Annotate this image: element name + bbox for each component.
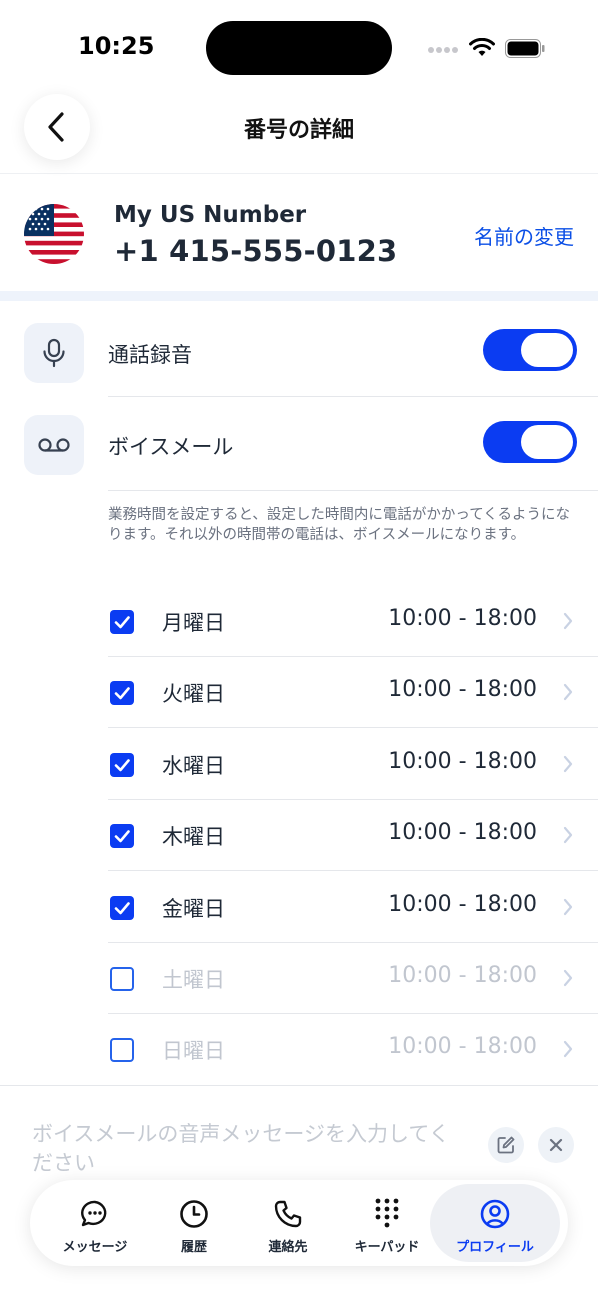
toggle-knob [521,333,573,367]
chevron-right-icon [563,969,573,987]
day-checkbox[interactable] [110,824,134,849]
day-hours: 10:00 - 18:00 [388,963,537,988]
day-hours: 10:00 - 18:00 [388,606,537,631]
row-divider [108,490,598,491]
page-title: 番号の詳細 [243,118,354,143]
microphone-icon [24,323,84,383]
voicemail-icon [24,415,84,475]
schedule-row[interactable]: 木曜日 10:00 - 18:00 [108,800,598,872]
day-name: 火曜日 [162,682,225,707]
day-checkbox[interactable] [110,610,134,634]
day-name: 土曜日 [162,968,225,992]
schedule-row[interactable]: 日曜日 10:00 - 18:00 [108,1014,598,1085]
day-checkbox[interactable] [110,681,134,706]
schedule-row[interactable]: 土曜日 10:00 - 18:00 [108,943,598,1014]
schedule-row[interactable]: 火曜日 10:00 - 18:00 [108,657,598,729]
section-divider [0,1085,598,1086]
day-name: 月曜日 [162,611,225,635]
tab-messages[interactable]: メッセージ [44,1184,146,1262]
number-name: My US Number [114,202,307,228]
chevron-right-icon [563,1041,573,1058]
tab-label: キーパッド [354,1240,420,1255]
profile-icon [479,1198,511,1230]
tab-label: 履歴 [180,1240,207,1255]
schedule-row[interactable]: 金曜日 10:00 - 18:00 [108,872,598,943]
edit-icon [497,1136,515,1154]
day-hours: 10:00 - 18:00 [388,677,537,703]
rename-button[interactable]: 名前の変更 [474,221,574,250]
tab-contacts[interactable]: 連絡先 [237,1184,339,1262]
phone-number: +1 415-555-0123 [114,234,398,268]
tab-bar: メッセージ 履歴 連絡先 キーパッド プロフィール [30,1180,568,1266]
tab-profile[interactable]: プロフィール [430,1184,560,1262]
tab-keypad[interactable]: キーパッド [336,1184,438,1262]
chevron-right-icon [563,684,573,701]
call-recording-label: 通話録音 [108,343,192,367]
voicemail-toggle[interactable] [483,421,577,463]
status-bar: 10:25 [0,0,598,90]
chevron-right-icon [563,612,573,630]
day-hours: 10:00 - 18:00 [388,820,537,846]
tab-label: 連絡先 [268,1240,308,1255]
chevron-right-icon [563,898,573,915]
schedule-row[interactable]: 水曜日 10:00 - 18:00 [108,729,598,800]
voicemail-row: ボイスメール [0,397,598,491]
us-flag-icon [24,204,84,264]
day-name: 木曜日 [162,825,225,850]
voicemail-note: 業務時間を設定すると、設定した時間内に電話がかかってくるようになります。それ以外… [108,507,570,543]
day-checkbox[interactable] [110,895,134,920]
toggle-knob [521,425,573,459]
battery-icon [505,39,545,58]
cellular-signal-icon [428,47,460,53]
call-recording-toggle[interactable] [483,329,577,371]
close-icon [549,1138,563,1152]
edit-message-button[interactable] [488,1127,524,1163]
day-checkbox[interactable] [110,967,134,991]
day-checkbox[interactable] [110,752,134,777]
chevron-right-icon [563,755,573,772]
section-divider [0,291,598,301]
tab-history[interactable]: 履歴 [143,1184,245,1262]
clear-message-button[interactable] [538,1127,574,1163]
voicemail-label: ボイスメール [108,435,234,459]
keypad-icon [371,1198,403,1230]
day-name: 水曜日 [162,753,225,778]
wifi-icon [469,38,495,56]
day-hours: 10:00 - 18:00 [388,748,537,774]
number-card: My US Number +1 415-555-0123 名前の変更 [0,176,598,292]
chevron-right-icon [563,827,573,844]
status-time: 10:25 [78,32,155,60]
day-hours: 10:00 - 18:00 [388,1034,537,1060]
call-recording-row: 通話録音 [0,303,598,397]
tab-label: メッセージ [62,1240,128,1255]
tab-label: プロフィール [456,1240,534,1255]
dynamic-island [206,21,392,75]
clock-icon [178,1198,210,1230]
phone-icon [272,1198,304,1230]
day-name: 金曜日 [162,896,225,921]
day-checkbox[interactable] [110,1038,134,1063]
voicemail-message-input[interactable]: ボイスメールの音声メッセージを入力してください [32,1120,452,1178]
chat-bubble-icon [79,1198,111,1230]
schedule-row[interactable]: 月曜日 10:00 - 18:00 [108,586,598,657]
day-hours: 10:00 - 18:00 [388,891,537,917]
day-name: 日曜日 [162,1039,225,1064]
header: 番号の詳細 [0,92,598,174]
